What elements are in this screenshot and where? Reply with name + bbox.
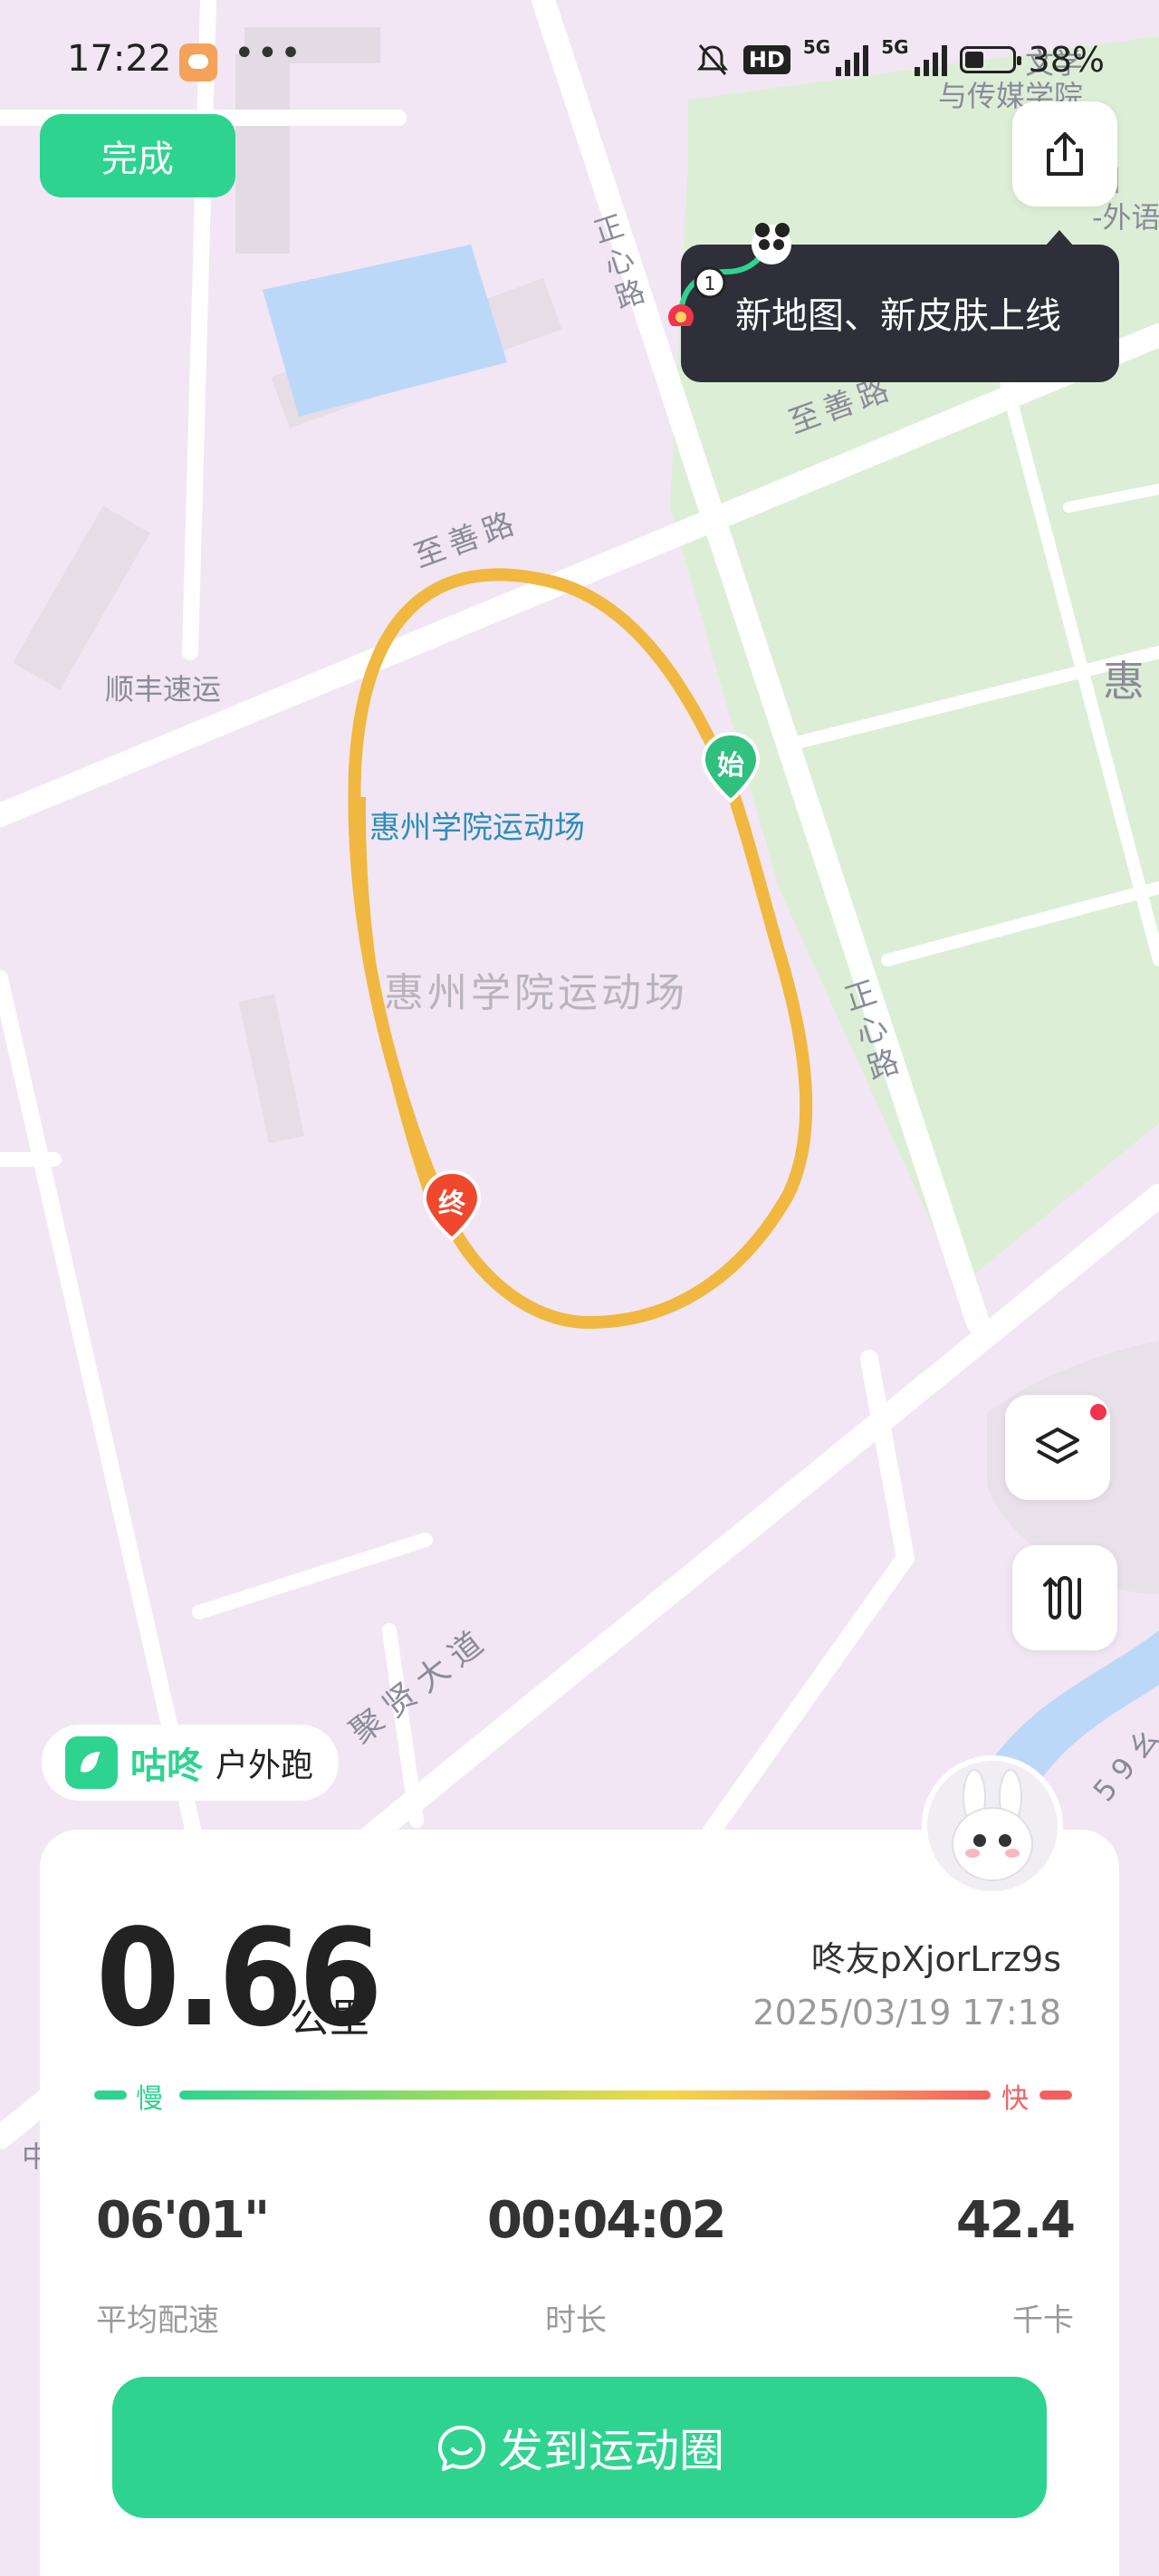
layers-notification-dot <box>1090 1404 1106 1420</box>
codoon-logo-icon <box>65 1736 118 1789</box>
done-button[interactable]: 完成 <box>40 114 235 197</box>
status-indicators: HD 5G 5G 38% <box>694 36 1105 83</box>
poi-shunfeng: 顺丰速运 <box>105 672 222 706</box>
mute-bell-icon <box>696 44 728 75</box>
promo-tooltip[interactable]: 1 新地图、新皮肤上线 <box>668 223 1119 382</box>
status-bar: 17:22 ••• HD 5G 5G 38% <box>0 0 1159 123</box>
brand-chip: 咕咚 户外跑 <box>42 1725 340 1801</box>
legend-slow-dash <box>94 2091 127 2100</box>
battery-percent: 38% <box>1028 40 1105 80</box>
end-marker-label: 终 <box>438 1188 465 1220</box>
end-marker: 终 <box>422 1169 482 1243</box>
share-button[interactable] <box>1012 101 1117 207</box>
legend-fast-label: 快 <box>1001 2083 1029 2115</box>
start-marker: 始 <box>701 731 761 804</box>
pace-gradient-legend: 慢 快 <box>94 2076 1072 2115</box>
sport-mode: 户外跑 <box>216 1747 314 1784</box>
poi-hui: 惠 <box>1103 657 1145 706</box>
legend-slow-label: 慢 <box>136 2083 163 2115</box>
legend-fast-dash <box>1039 2091 1072 2100</box>
calories-value: 42.4 <box>955 2191 1076 2250</box>
duration-value: 00:04:02 <box>487 2191 727 2250</box>
venue-label: 惠州学院运动场 <box>369 810 585 846</box>
map-layers-button[interactable] <box>1005 1395 1110 1500</box>
signal-icon-2 <box>914 43 947 76</box>
legend-gradient-bar <box>179 2091 991 2100</box>
avg-pace-value: 06'01" <box>96 2191 270 2250</box>
network-5g-label: 5G <box>802 36 831 58</box>
chat-bubble-icon <box>438 2426 485 2471</box>
notification-app-icon <box>179 43 217 82</box>
run-result-screen: 惠州学院运动场 惠州学院运动场 正 心 路 至善路 至善路 正 心 路 聚贤大道… <box>0 0 1159 2576</box>
post-to-circle-button[interactable]: 发到运动圈 <box>112 2377 1047 2518</box>
promo-text: 新地图、新皮肤上线 <box>735 295 1061 337</box>
start-marker-label: 始 <box>717 750 744 782</box>
share-icon <box>1047 132 1083 176</box>
user-avatar[interactable] <box>922 1755 1063 1897</box>
battery-icon <box>959 46 1021 73</box>
distance-unit: 公里 <box>290 1995 369 2042</box>
route-replay-icon <box>1043 1576 1081 1620</box>
duration-label: 时长 <box>545 2302 607 2339</box>
run-datetime: 2025/03/19 17:18 <box>752 1993 1061 2033</box>
status-more-icon: ••• <box>234 33 303 74</box>
rabbit-avatar-icon <box>952 1769 1033 1881</box>
venue-watermark: 惠州学院运动场 <box>384 970 688 1016</box>
svg-text:1: 1 <box>704 273 716 294</box>
signal-icon <box>836 43 869 76</box>
layers-icon <box>1036 1427 1079 1464</box>
promo-arrow <box>1045 230 1074 246</box>
hd-badge: HD <box>742 45 790 74</box>
route-replay-button[interactable] <box>1012 1545 1117 1650</box>
avg-pace-label: 平均配速 <box>96 2302 219 2339</box>
network-5g-label-2: 5G <box>881 36 909 58</box>
calories-label: 千卡 <box>1012 2302 1074 2339</box>
user-name: 咚友pXjorLrz9s <box>810 1939 1061 1979</box>
status-time: 17:22 <box>67 38 172 80</box>
brand-name: 咕咚 <box>130 1745 203 1787</box>
post-to-circle-label: 发到运动圈 <box>498 2426 724 2476</box>
